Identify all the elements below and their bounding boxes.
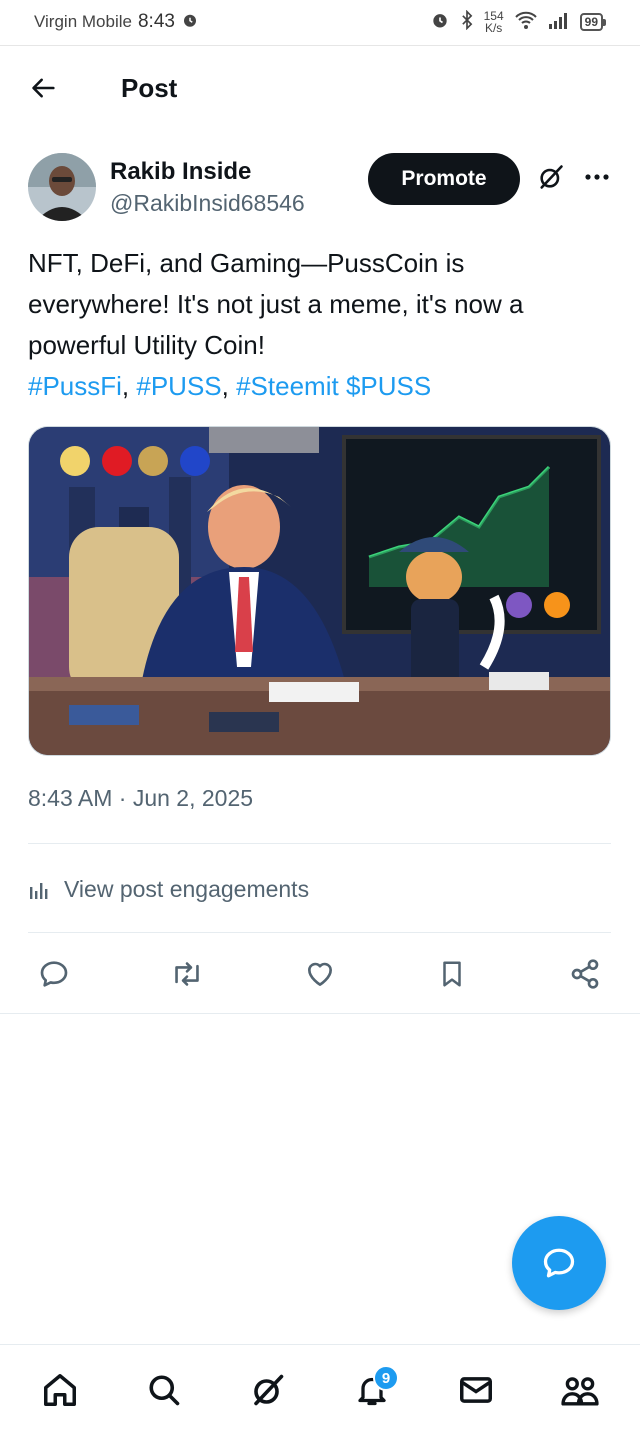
nav-grok[interactable]	[238, 1360, 298, 1420]
bottom-nav-divider	[0, 1344, 640, 1345]
reply-icon	[543, 1248, 575, 1278]
carrier-name: Virgin Mobile	[34, 12, 132, 31]
battery-tip	[603, 18, 606, 26]
status-left: Virgin Mobile 8:43	[34, 11, 199, 34]
post-author: Rakib Inside @RakibInsid68546 Promote	[28, 150, 612, 224]
hashtag-separator: ,	[121, 371, 137, 401]
status-divider	[0, 45, 640, 46]
status-time: 8:43	[137, 11, 175, 32]
mail-icon	[460, 1377, 492, 1403]
arrow-left-icon	[32, 78, 55, 98]
wifi-icon	[514, 10, 538, 34]
nav-communities[interactable]	[550, 1360, 610, 1420]
hashtag-puss[interactable]: #PUSS	[136, 371, 221, 401]
alarm-icon	[181, 11, 199, 34]
alarm-icon	[430, 10, 450, 34]
post-timestamp: 8:43 AM · Jun 2, 2025	[28, 785, 254, 811]
net-speed: 154 K/s	[484, 10, 504, 34]
author-name[interactable]: Rakib Inside	[110, 158, 305, 186]
battery-indicator: 99	[579, 13, 606, 31]
notifications-badge: 9	[373, 1365, 399, 1391]
search-icon	[149, 1375, 180, 1406]
analytics-icon	[30, 883, 48, 899]
promote-button[interactable]: Promote	[368, 153, 520, 205]
grok-icon	[540, 165, 563, 189]
back-button[interactable]	[14, 60, 74, 116]
share-icon	[571, 959, 599, 989]
communities-icon	[561, 1377, 599, 1406]
nav-search[interactable]	[134, 1360, 194, 1420]
divider	[28, 932, 611, 933]
post-text: NFT, DeFi, and Gaming—PussCoin is everyw…	[28, 243, 612, 407]
bottom-nav: 9	[0, 1350, 640, 1430]
post-actions	[28, 950, 611, 998]
compose-reply-button[interactable]	[512, 1216, 606, 1310]
net-speed-unit: K/s	[484, 21, 503, 35]
reply-button[interactable]	[28, 950, 80, 998]
repost-icon	[174, 962, 199, 986]
hashtag-separator: ,	[221, 371, 237, 401]
heart-icon	[307, 962, 332, 986]
bookmark-button[interactable]	[426, 950, 478, 998]
author-handle[interactable]: @RakibInsid68546	[110, 190, 305, 217]
reply-icon	[40, 961, 68, 987]
header: Post	[0, 60, 640, 116]
home-icon	[44, 1374, 76, 1406]
repost-button[interactable]	[161, 950, 213, 998]
grok-icon	[254, 1374, 284, 1406]
battery-level: 99	[579, 13, 603, 31]
author-info: Rakib Inside @RakibInsid68546	[110, 158, 305, 217]
more-options-button[interactable]	[580, 160, 614, 194]
cashtag-puss[interactable]: $PUSS	[346, 371, 431, 401]
avatar[interactable]	[28, 153, 96, 221]
post-image[interactable]	[28, 426, 611, 756]
status-right: 154 K/s 99	[430, 9, 606, 34]
hashtag-steemit[interactable]: #Steemit	[236, 371, 339, 401]
hashtag-pussfi[interactable]: #PussFi	[28, 371, 122, 401]
bookmark-icon	[443, 961, 461, 987]
nav-messages[interactable]	[446, 1360, 506, 1420]
divider	[28, 843, 611, 844]
divider	[0, 1013, 640, 1014]
share-button[interactable]	[559, 950, 611, 998]
grok-button[interactable]	[534, 160, 568, 194]
nav-notifications[interactable]: 9	[342, 1360, 402, 1420]
view-post-engagements[interactable]: View post engagements	[28, 866, 309, 912]
post-illustration	[29, 427, 610, 755]
bluetooth-icon	[460, 9, 474, 34]
nav-home[interactable]	[30, 1360, 90, 1420]
engagements-label: View post engagements	[64, 875, 310, 902]
more-horizontal-icon	[585, 174, 609, 180]
status-bar: Virgin Mobile 8:43 154 K/s 99	[0, 0, 640, 44]
page-title: Post	[121, 72, 178, 103]
signal-icon	[548, 11, 570, 33]
like-button[interactable]	[294, 950, 346, 998]
post-body: NFT, DeFi, and Gaming—PussCoin is everyw…	[28, 248, 524, 360]
